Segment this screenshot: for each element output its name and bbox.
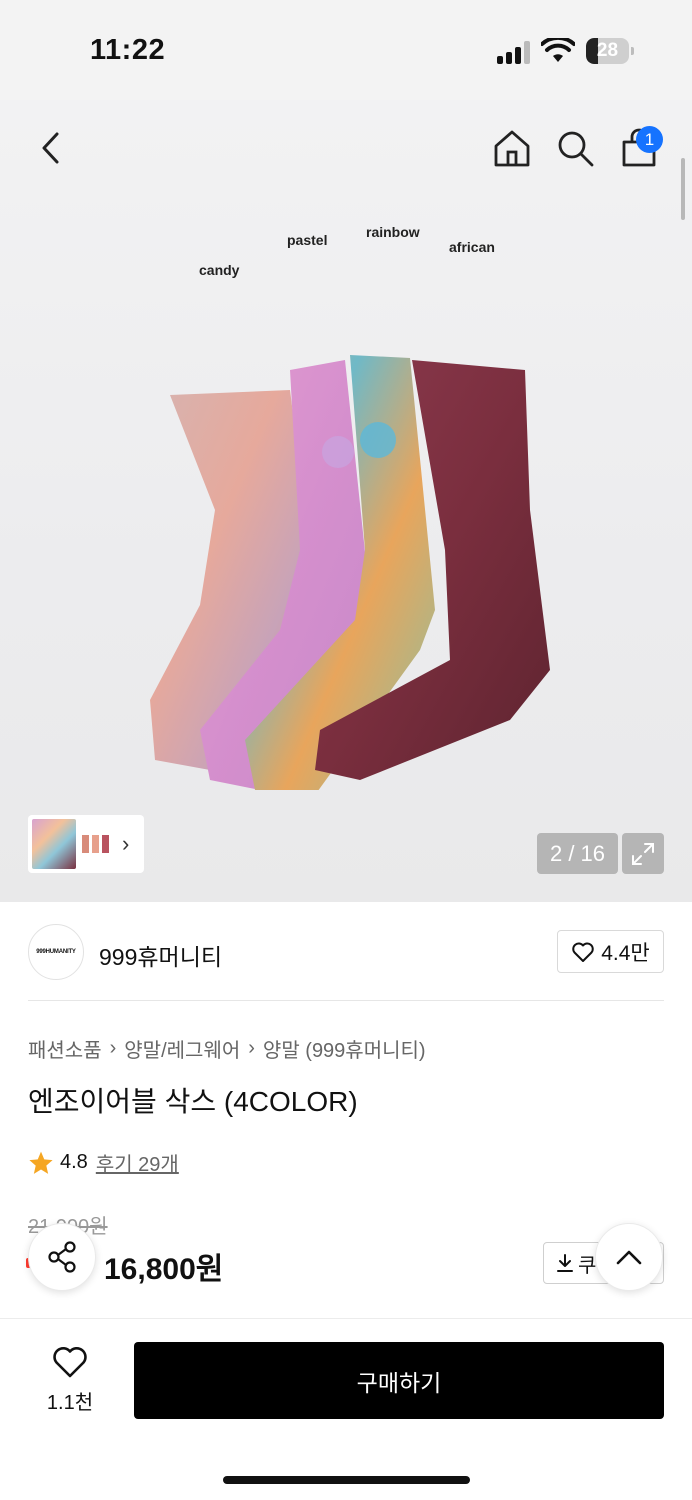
brand-like-count: 4.4만: [601, 941, 650, 965]
search-icon: [558, 131, 594, 167]
home-icon: [494, 130, 530, 167]
reviews-link[interactable]: 후기 29개: [96, 1148, 179, 1177]
chevron-up-icon: [616, 1250, 642, 1265]
chevron-left-icon: [42, 132, 59, 164]
wishlist-count: 1.1천: [46, 1392, 94, 1414]
rating-row: 4.8 후기 29개: [28, 1148, 179, 1177]
battery-level: 28: [596, 40, 619, 61]
brand-logo-text: 999HUMANITY: [36, 949, 76, 955]
chevron-right-icon: ›: [122, 831, 130, 856]
scroll-indicator[interactable]: [681, 158, 685, 220]
signal-icon: [497, 40, 533, 64]
thumbnail-image: [32, 819, 76, 869]
buy-button[interactable]: 구매하기: [134, 1342, 664, 1419]
label-rainbow: rainbow: [366, 224, 420, 240]
brand-name[interactable]: 999휴머니티: [99, 938, 222, 972]
product-image-carousel[interactable]: candy pastel rainbow african › 2 / 16: [0, 100, 692, 902]
expand-icon: [632, 842, 654, 865]
socks-product-image: [150, 355, 550, 790]
breadcrumb-item-3[interactable]: 양말 (999휴머니티): [263, 1034, 426, 1063]
search-button[interactable]: [553, 126, 597, 170]
download-icon: [557, 1254, 573, 1272]
share-icon: [48, 1241, 76, 1273]
thumbnail-strip-button[interactable]: ›: [28, 815, 144, 873]
brand-logo[interactable]: 999HUMANITY: [28, 924, 84, 980]
scroll-to-top-button[interactable]: [595, 1223, 663, 1291]
breadcrumb-item-1[interactable]: 패션소품: [28, 1034, 102, 1063]
status-bar: 11:22 28: [0, 0, 692, 100]
product-title: 엔조이어블 삭스 (4COLOR): [28, 1086, 358, 1117]
heart-icon: [572, 942, 594, 962]
cart-count-badge: 1: [636, 126, 663, 153]
back-button[interactable]: [28, 126, 72, 170]
wifi-icon: [541, 38, 575, 62]
home-button[interactable]: [490, 126, 534, 170]
sale-price: 16,800원: [104, 1253, 224, 1286]
thumbnail-image-2: [82, 835, 109, 853]
image-page-counter: 2 / 16: [537, 833, 618, 874]
share-button[interactable]: [28, 1223, 96, 1291]
expand-image-button[interactable]: [622, 833, 664, 874]
rating-value: 4.8: [60, 1151, 88, 1173]
chevron-right-icon: ›: [109, 1037, 117, 1059]
status-time: 11:22: [90, 34, 166, 66]
coupon-label: 쿠: [578, 1254, 597, 1277]
heart-icon[interactable]: [52, 1345, 88, 1379]
label-pastel: pastel: [287, 232, 328, 248]
star-icon: [29, 1151, 53, 1174]
chevron-right-icon: ›: [248, 1037, 255, 1059]
divider: [28, 1000, 664, 1001]
battery-icon: 28: [586, 38, 634, 64]
home-indicator: [223, 1476, 470, 1484]
brand-like-button[interactable]: 4.4만: [557, 930, 664, 973]
breadcrumb: 패션소품 › 양말/레그웨어 › 양말 (999휴머니티): [28, 1034, 426, 1063]
breadcrumb-item-2[interactable]: 양말/레그웨어: [124, 1034, 240, 1063]
